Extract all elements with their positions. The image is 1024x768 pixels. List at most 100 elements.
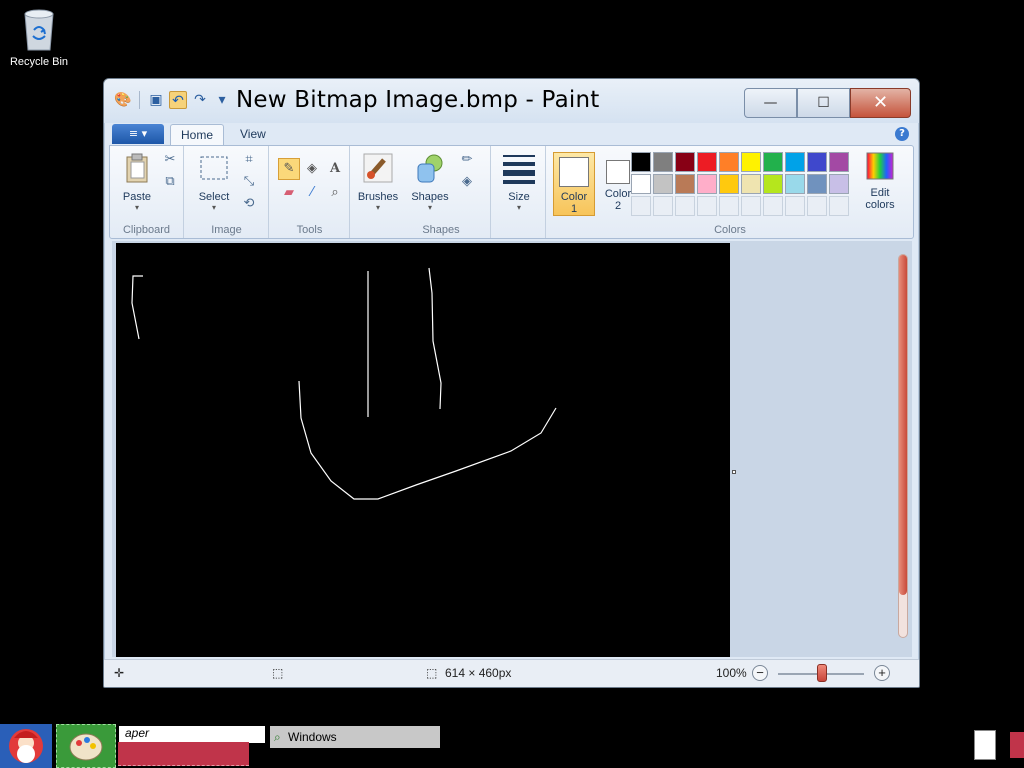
recycle-bin[interactable]: Recycle Bin [6, 6, 72, 68]
brushes-dropdown-icon: ▾ [375, 203, 380, 212]
magnifier-icon[interactable]: ⌕ [324, 182, 346, 204]
palette-swatch[interactable] [829, 174, 849, 194]
palette-swatch[interactable] [675, 174, 695, 194]
search-icon: ⌕ [274, 730, 281, 744]
palette-swatch-empty[interactable] [653, 196, 673, 216]
canvas-resize-handle[interactable] [732, 470, 736, 474]
palette-swatch[interactable] [697, 174, 717, 194]
window-title: New Bitmap Image.bmp - Paint [236, 87, 600, 113]
palette-swatch[interactable] [763, 174, 783, 194]
status-bar: ✛ ⬚ ⬚ 614 × 460px 100% − + [104, 659, 919, 687]
palette-swatch-empty[interactable] [763, 196, 783, 216]
drawing-canvas[interactable] [116, 243, 730, 657]
edit-colors-icon [866, 152, 894, 180]
palette-swatch-empty[interactable] [697, 196, 717, 216]
group-shapes: Brushes ▾ Shapes ▾ ✏ ◈ Shapes [351, 146, 491, 238]
palette-swatch[interactable] [653, 152, 673, 172]
tools-group-label: Tools [296, 224, 323, 236]
eraser-icon[interactable]: ▰ [278, 182, 300, 204]
ribbon-tabs: ≡ ▾ Home View ? [104, 123, 919, 145]
shapes-button[interactable]: Shapes ▾ [407, 150, 453, 212]
image-group-label: Image [211, 224, 242, 236]
palette-swatch-empty[interactable] [675, 196, 695, 216]
palette-swatch[interactable] [741, 174, 761, 194]
size-icon [503, 155, 535, 184]
paint-window: 🎨 ▣ ↶ ↷ ▾ New Bitmap Image.bmp - Paint —… [103, 78, 920, 688]
brushes-button[interactable]: Brushes ▾ [355, 150, 401, 212]
color2-swatch [606, 160, 630, 184]
shapes-dropdown-icon: ▾ [427, 203, 432, 212]
undo-icon[interactable]: ↶ [169, 91, 187, 109]
vertical-scrollbar[interactable] [898, 254, 908, 638]
palette-swatch[interactable] [719, 174, 739, 194]
palette-swatch-empty[interactable] [785, 196, 805, 216]
palette-swatch-empty[interactable] [631, 196, 651, 216]
maximize-button[interactable]: ☐ [797, 88, 850, 118]
palette-swatch-empty[interactable] [807, 196, 827, 216]
edit-colors-button[interactable]: Edit colors [855, 150, 905, 211]
taskbar-item-red[interactable] [118, 742, 249, 766]
paste-button[interactable]: Paste ▾ [114, 150, 160, 212]
palette-swatch[interactable] [807, 152, 827, 172]
help-icon[interactable]: ? [895, 127, 909, 141]
taskbar-input[interactable]: aper [119, 726, 265, 743]
palette-swatch[interactable] [785, 174, 805, 194]
pencil-icon[interactable]: ✎ [278, 158, 300, 180]
copy-icon[interactable]: ⧉ [160, 172, 180, 192]
group-colors: Color 1 Color 2 Edit colors Colors [547, 146, 913, 238]
size-button[interactable]: Size ▾ [496, 150, 542, 212]
outline-icon[interactable]: ✏ [457, 150, 477, 170]
palette-swatch[interactable] [631, 174, 651, 194]
resize-icon[interactable]: ⤡ [239, 172, 259, 192]
canvas-strokes [131, 267, 557, 500]
close-button[interactable]: ✕ [850, 88, 911, 118]
save-icon[interactable]: ▣ [147, 91, 165, 109]
select-dropdown-icon: ▾ [211, 203, 216, 212]
paste-label: Paste [122, 191, 152, 203]
palette-swatch-empty[interactable] [741, 196, 761, 216]
title-bar[interactable]: 🎨 ▣ ↶ ↷ ▾ New Bitmap Image.bmp - Paint —… [104, 79, 919, 123]
start-button[interactable] [0, 724, 52, 768]
palette-swatch[interactable] [675, 152, 695, 172]
palette-swatch-empty[interactable] [719, 196, 739, 216]
shapes-icon [417, 154, 443, 183]
scrollbar-thumb[interactable] [899, 255, 907, 595]
minimize-button[interactable]: — [744, 88, 797, 118]
rotate-icon[interactable]: ⟲ [239, 194, 259, 214]
palette-swatch-empty[interactable] [829, 196, 849, 216]
paint-app-icon[interactable]: 🎨 [114, 91, 132, 109]
palette-swatch[interactable] [763, 152, 783, 172]
palette-swatch[interactable] [807, 174, 827, 194]
palette-swatch[interactable] [631, 152, 651, 172]
color-picker-icon[interactable]: ⁄ [301, 182, 323, 204]
crop-icon[interactable]: ⌗ [239, 150, 259, 170]
color1-swatch [559, 157, 589, 187]
qat-dropdown-icon[interactable]: ▾ [213, 91, 231, 109]
palette-swatch[interactable] [829, 152, 849, 172]
taskbar-search[interactable]: ⌕ Windows [270, 726, 440, 748]
shape-fill-icon[interactable]: ◈ [457, 172, 477, 192]
tab-home[interactable]: Home [170, 124, 225, 145]
palette-swatch[interactable] [653, 174, 673, 194]
palette-swatch[interactable] [785, 152, 805, 172]
cut-icon[interactable]: ✂ [160, 150, 180, 170]
zoom-out-button[interactable]: − [752, 665, 768, 681]
paste-icon [126, 153, 148, 183]
tab-view[interactable]: View [230, 124, 276, 145]
file-menu-button[interactable]: ≡ ▾ [112, 124, 164, 144]
redo-icon[interactable]: ↷ [191, 91, 209, 109]
text-icon[interactable]: A [324, 158, 346, 180]
fill-icon[interactable]: ◈ [301, 158, 323, 180]
zoom-in-button[interactable]: + [874, 665, 890, 681]
select-button[interactable]: Select ▾ [191, 150, 237, 212]
group-size: Size ▾ [492, 146, 546, 238]
zoom-slider-thumb[interactable] [817, 664, 827, 682]
taskbar-paint-button[interactable] [56, 724, 116, 768]
palette-swatch[interactable] [719, 152, 739, 172]
tray-network-icon[interactable] [974, 730, 996, 760]
color1-button[interactable]: Color 1 [553, 152, 595, 216]
palette-swatch[interactable] [697, 152, 717, 172]
palette-swatch[interactable] [741, 152, 761, 172]
zoom-level: 100% [716, 666, 747, 680]
tray-item-red[interactable] [1010, 732, 1024, 758]
